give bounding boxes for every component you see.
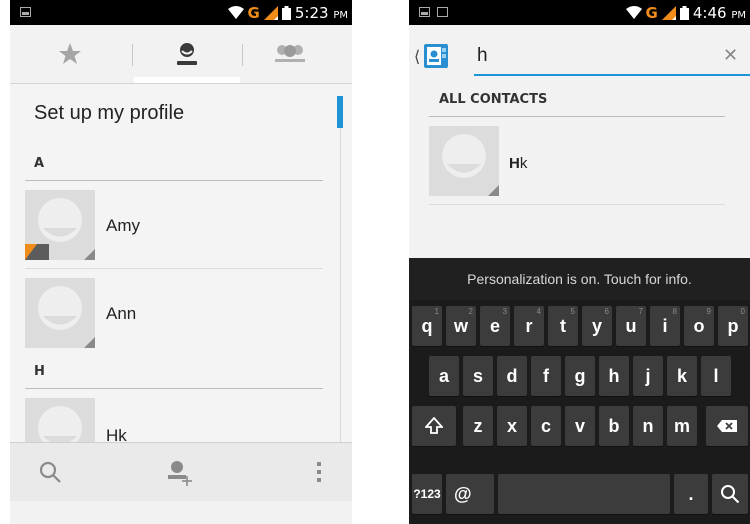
overflow-menu-icon	[317, 462, 321, 482]
tab-favorites[interactable]	[30, 25, 110, 83]
backspace-icon	[717, 420, 737, 432]
key-h[interactable]: h	[599, 356, 629, 396]
key-b[interactable]: b	[599, 406, 629, 446]
shift-icon	[425, 417, 443, 434]
wifi-icon	[227, 6, 244, 19]
battery-icon	[281, 6, 291, 20]
key-x[interactable]: x	[497, 406, 527, 446]
at-key[interactable]: @	[446, 474, 494, 514]
back-chevron-icon[interactable]: ⟨	[414, 47, 420, 66]
contacts-tab-bar	[10, 25, 352, 84]
section-divider	[25, 388, 323, 389]
key-k[interactable]: k	[667, 356, 697, 396]
notification-icon	[437, 7, 448, 17]
key-r[interactable]: r4	[514, 306, 544, 346]
key-o[interactable]: o9	[684, 306, 714, 346]
search-input[interactable]	[477, 42, 717, 70]
setup-profile-item[interactable]: Set up my profile	[34, 102, 184, 125]
key-l[interactable]: l	[701, 356, 731, 396]
group-icon	[275, 45, 305, 62]
soft-keyboard: Personalization is on. Touch for info. q…	[409, 258, 750, 524]
section-header-h: H	[34, 364, 45, 379]
key-i[interactable]: i8	[650, 306, 680, 346]
key-j[interactable]: j	[633, 356, 663, 396]
key-z[interactable]: z	[463, 406, 493, 446]
signal-icon	[661, 6, 676, 20]
bottom-action-bar	[10, 442, 352, 501]
backspace-key[interactable]	[706, 406, 748, 446]
contact-list[interactable]: Set up my profile A Amy Ann H Hk	[10, 84, 352, 468]
key-c[interactable]: c	[531, 406, 561, 446]
key-a[interactable]: a	[429, 356, 459, 396]
search-icon	[39, 461, 61, 483]
contact-name[interactable]: Ann	[106, 304, 136, 324]
selected-tab-indicator	[134, 77, 240, 83]
network-type: G	[645, 4, 658, 22]
status-bar: G 4:46 PM	[409, 0, 750, 25]
search-key[interactable]	[712, 474, 748, 514]
key-g[interactable]: g	[565, 356, 595, 396]
results-header: ALL CONTACTS	[439, 92, 548, 107]
person-icon	[177, 43, 197, 65]
scrollbar-track	[340, 128, 341, 442]
search-button[interactable]	[20, 443, 80, 501]
key-u[interactable]: u7	[616, 306, 646, 346]
section-divider	[429, 116, 725, 117]
key-t[interactable]: t5	[548, 306, 578, 346]
wifi-icon	[625, 6, 642, 19]
space-bar[interactable]	[498, 474, 670, 514]
key-n[interactable]: n	[633, 406, 663, 446]
network-type: G	[247, 4, 260, 22]
key-w[interactable]: w2	[446, 306, 476, 346]
row-divider	[25, 268, 323, 269]
usb-icon	[419, 7, 430, 17]
key-y[interactable]: y6	[582, 306, 612, 346]
period-key[interactable]: .	[674, 474, 708, 514]
contact-avatar[interactable]	[25, 278, 95, 348]
notification-icon	[20, 7, 31, 17]
key-v[interactable]: v	[565, 406, 595, 446]
search-underline	[474, 74, 750, 76]
key-e[interactable]: e3	[480, 306, 510, 346]
add-contact-icon	[168, 461, 192, 486]
contact-avatar[interactable]	[429, 126, 499, 196]
search-result-name[interactable]: Hk	[509, 155, 527, 172]
contacts-list-screen: G 5:23 PM Set up my profile A Amy Ann H …	[10, 0, 352, 524]
star-icon	[59, 43, 81, 64]
keyboard-tip[interactable]: Personalization is on. Touch for info.	[409, 258, 750, 300]
clock: 5:23 PM	[294, 4, 348, 22]
contact-name[interactable]: Amy	[106, 216, 140, 236]
section-header-a: A	[34, 156, 45, 171]
contact-search-screen: G 4:46 PM ⟨ ✕ ALL CONTACTS Hk Personaliz…	[409, 0, 750, 524]
contact-avatar[interactable]	[25, 190, 95, 260]
key-m[interactable]: m	[667, 406, 697, 446]
signal-icon	[263, 6, 278, 20]
tab-divider	[132, 44, 133, 66]
search-bar: ⟨ ✕	[409, 25, 750, 81]
contacts-app-icon[interactable]	[423, 43, 449, 69]
battery-icon	[679, 6, 689, 20]
symbols-key[interactable]: ?123	[412, 474, 442, 514]
row-divider	[429, 204, 725, 205]
search-icon	[721, 485, 740, 504]
status-bar: G 5:23 PM	[10, 0, 352, 25]
scrollbar-thumb[interactable]	[337, 96, 343, 128]
tab-groups[interactable]	[250, 25, 330, 83]
shift-key[interactable]	[412, 406, 456, 446]
section-divider	[25, 180, 323, 181]
key-q[interactable]: q1	[412, 306, 442, 346]
clear-search-icon[interactable]: ✕	[723, 45, 738, 66]
sim-card-badge	[25, 244, 49, 260]
clock: 4:46 PM	[692, 4, 746, 22]
key-p[interactable]: p0	[718, 306, 748, 346]
tab-all-contacts[interactable]	[134, 25, 240, 83]
key-d[interactable]: d	[497, 356, 527, 396]
overflow-menu-button[interactable]	[294, 443, 344, 501]
tab-divider	[242, 44, 243, 66]
key-f[interactable]: f	[531, 356, 561, 396]
add-contact-button[interactable]	[150, 443, 210, 501]
key-s[interactable]: s	[463, 356, 493, 396]
